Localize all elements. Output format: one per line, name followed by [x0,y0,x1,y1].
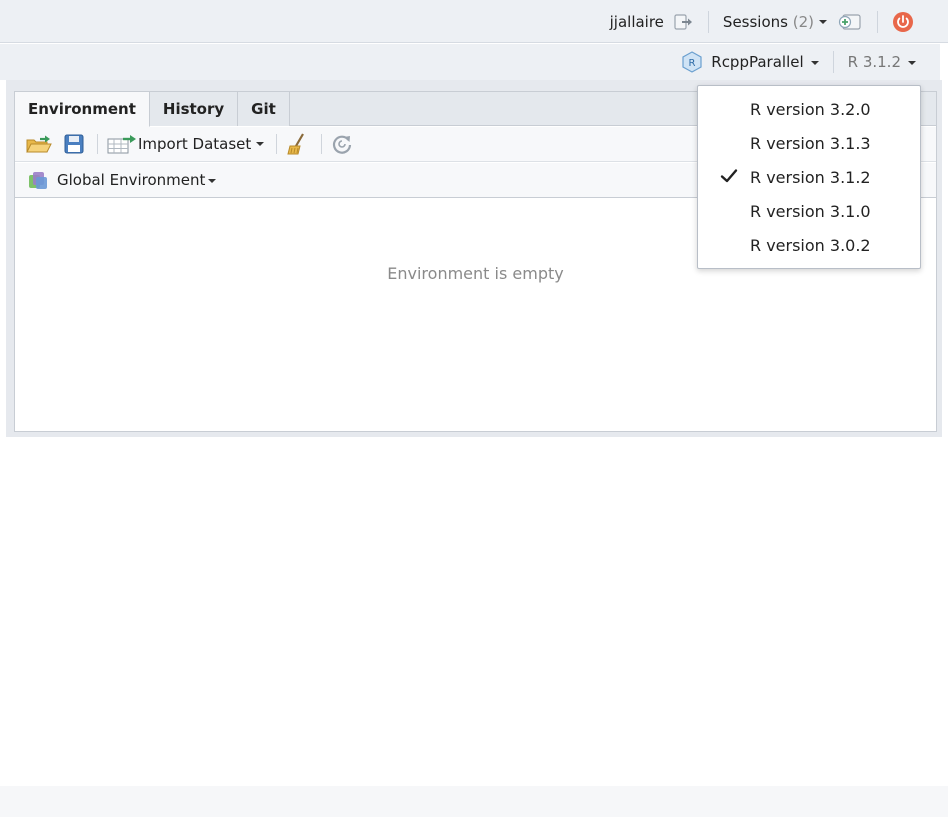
r-version-option[interactable]: R version 3.1.3 [698,126,920,160]
project-bar-right: R RcppParallel R 3.1.2 [681,44,916,80]
r-version-option-label: R version 3.1.0 [750,201,871,221]
divider [877,10,878,33]
r-version-menu[interactable]: R 3.1.2 [848,53,916,71]
environment-scope-menu[interactable]: Global Environment [57,171,217,189]
divider [97,134,98,154]
save-workspace-icon[interactable] [63,133,85,155]
r-version-option-label: R version 3.0.2 [750,235,871,255]
sessions-menu[interactable]: Sessions (2) [723,13,827,31]
divider [832,51,834,73]
tab-history[interactable]: History [149,92,239,126]
load-workspace-icon[interactable] [25,133,53,155]
r-version-option-label: R version 3.1.2 [750,167,871,187]
chevron-down-icon [256,142,265,146]
project-name: RcppParallel [711,53,804,71]
refresh-icon[interactable] [330,132,354,156]
r-version-option-selected[interactable]: R version 3.1.2 [698,160,920,194]
chevron-down-icon [819,20,827,24]
project-icon: R [681,51,703,73]
r-version-option[interactable]: R version 3.0.2 [698,228,920,262]
r-version-option[interactable]: R version 3.1.0 [698,194,920,228]
divider [276,134,278,154]
chevron-down-icon [810,60,819,65]
divider [321,134,323,154]
divider [707,10,709,33]
svg-text:R: R [689,58,696,69]
import-dataset-button[interactable]: Import Dataset [106,133,265,155]
tab-environment[interactable]: Environment [15,92,150,127]
environment-scope-label: Global Environment [57,171,206,189]
chevron-down-icon [208,178,217,183]
r-version-dropdown: R version 3.2.0 R version 3.1.3 R versio… [697,85,921,269]
r-version-option[interactable]: R version 3.2.0 [698,92,920,126]
chevron-down-icon [908,60,916,65]
signout-icon[interactable] [674,13,694,31]
clear-workspace-icon[interactable] [285,132,309,156]
power-icon[interactable] [892,11,914,33]
environment-icon [27,169,49,191]
checkmark-icon [720,167,738,189]
new-session-icon[interactable] [837,12,863,32]
project-bar: R RcppParallel R 3.1.2 [0,44,940,80]
sessions-count: (2) [792,12,814,31]
r-version-option-label: R version 3.1.3 [750,133,871,153]
import-dataset-label: Import Dataset [138,135,252,153]
username: jjallaire [609,12,664,31]
import-dataset-icon [106,133,138,155]
sessions-label: Sessions [722,12,788,31]
r-version-label: R 3.1.2 [847,53,901,71]
project-menu[interactable]: RcppParallel [711,53,819,71]
tab-git[interactable]: Git [238,92,290,126]
bottom-strip [0,786,948,817]
top-bar-right: jjallaire Sessions (2) [610,0,914,43]
r-version-option-label: R version 3.2.0 [750,99,871,119]
top-bar: jjallaire Sessions (2) [0,0,948,43]
